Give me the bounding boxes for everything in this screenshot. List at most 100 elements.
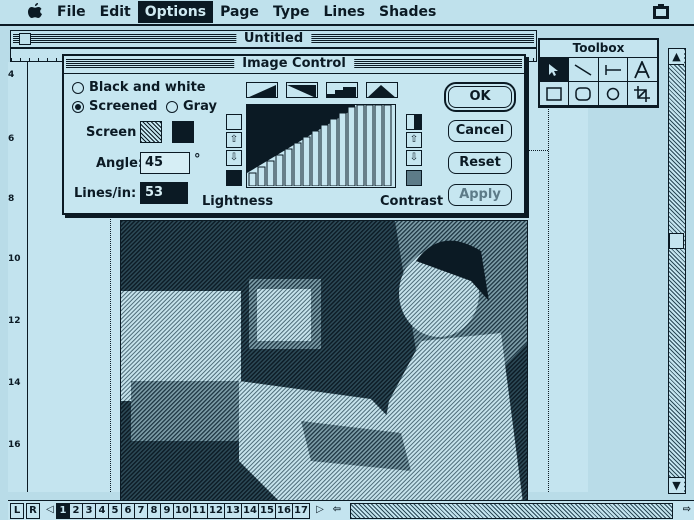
- radio-circle-icon: [166, 100, 178, 113]
- page-icon-8[interactable]: 8: [147, 502, 161, 519]
- radio-label: Black and white: [89, 80, 206, 95]
- page-icon-14[interactable]: 14: [241, 502, 259, 519]
- screen-label: Screen: [86, 125, 137, 140]
- lightness-white-icon[interactable]: [226, 114, 242, 130]
- page-icon-6[interactable]: 6: [121, 502, 135, 519]
- toolbox-title[interactable]: Toolbox: [540, 40, 657, 58]
- ruler-tick: 8: [8, 194, 15, 204]
- horizontal-scrollbar[interactable]: [350, 502, 673, 519]
- contrast-down-arrow-icon[interactable]: ⇩: [406, 150, 422, 166]
- rounded-rectangle-icon[interactable]: [569, 82, 599, 106]
- radio-label: Screened: [89, 99, 158, 114]
- dialog-title-bar[interactable]: Image Control: [64, 56, 524, 74]
- solarized-icon[interactable]: [366, 82, 398, 98]
- vertical-ruler: 4 6 8 10 12 14 16: [8, 62, 28, 492]
- page-icon-7[interactable]: 7: [134, 502, 148, 519]
- page-icon-10[interactable]: 10: [173, 502, 191, 519]
- lines-per-inch-field[interactable]: 53: [140, 182, 188, 204]
- rectangle-icon[interactable]: [540, 82, 570, 106]
- oval-icon[interactable]: [598, 82, 628, 106]
- contrast-label: Contrast: [380, 194, 444, 209]
- scroll-down-arrow-icon[interactable]: ▼: [669, 477, 684, 493]
- page-icon-2[interactable]: 2: [69, 502, 83, 519]
- menu-options[interactable]: Options: [137, 1, 214, 23]
- screen-pattern-swatch[interactable]: [140, 121, 162, 143]
- ruler-tick: 12: [8, 316, 21, 326]
- lightness-down-arrow-icon[interactable]: ⇩: [226, 150, 242, 166]
- radio-black-and-white[interactable]: Black and white: [72, 80, 206, 95]
- diagonal-line-icon[interactable]: [569, 58, 599, 82]
- menu-edit[interactable]: Edit: [93, 1, 138, 23]
- normal-ramp-icon[interactable]: [246, 82, 278, 98]
- close-box-icon[interactable]: [19, 33, 31, 45]
- ruler-tick: 4: [8, 70, 15, 80]
- page-icon-11[interactable]: 11: [190, 502, 208, 519]
- page-icon-13[interactable]: 13: [224, 502, 242, 519]
- contrast-gray-icon[interactable]: [406, 170, 422, 186]
- cancel-button[interactable]: Cancel: [448, 120, 512, 142]
- contrast-up-arrow-icon[interactable]: ⇧: [406, 132, 422, 148]
- menu-type[interactable]: Type: [266, 1, 317, 23]
- crop-icon[interactable]: [627, 82, 657, 106]
- apple-menu-icon[interactable]: [0, 1, 50, 23]
- menu-shades[interactable]: Shades: [372, 1, 443, 23]
- page-icon-bar: L R ◁ 1 2 3 4 5 6 7 8 9 10 11 12 13 14 1…: [8, 500, 694, 520]
- page-icon-15[interactable]: 15: [258, 502, 276, 519]
- angle-label: Angle:: [96, 156, 144, 171]
- column-guide: [548, 62, 549, 492]
- page-icon-1[interactable]: 1: [56, 502, 70, 519]
- angle-unit: °: [194, 152, 201, 167]
- lines-per-inch-label: Lines/in:: [74, 186, 137, 201]
- page-left-arrow-icon[interactable]: ◁: [43, 503, 57, 519]
- halftone-photo[interactable]: [120, 220, 528, 502]
- scroll-right-arrow-icon[interactable]: ⇨: [680, 503, 694, 519]
- radio-gray[interactable]: Gray: [166, 99, 217, 114]
- page-right-arrow-icon[interactable]: ▷: [313, 503, 327, 519]
- ruler-tick: 16: [8, 440, 21, 450]
- menu-file[interactable]: File: [50, 1, 93, 23]
- pointer-icon[interactable]: [540, 58, 570, 82]
- ok-button[interactable]: OK: [444, 82, 516, 112]
- page-icon-3[interactable]: 3: [82, 502, 96, 519]
- image-control-dialog: Image Control Black and white Screened G…: [62, 54, 526, 215]
- radio-selected-icon: [72, 100, 84, 113]
- posterized-icon[interactable]: [326, 82, 358, 98]
- scroll-left-arrow-icon[interactable]: ⇦: [330, 503, 344, 519]
- right-master-page-icon[interactable]: R: [26, 502, 40, 519]
- radio-screened[interactable]: Screened: [72, 99, 158, 114]
- scroll-thumb[interactable]: [669, 233, 684, 249]
- scroll-up-arrow-icon[interactable]: ▲: [669, 49, 684, 65]
- apply-button[interactable]: Apply: [448, 184, 512, 206]
- menu-bar: File Edit Options Page Type Lines Shades: [0, 0, 694, 26]
- window-title-bar[interactable]: Untitled: [10, 30, 537, 48]
- negative-ramp-icon[interactable]: [286, 82, 318, 98]
- window-title: Untitled: [235, 31, 312, 46]
- left-master-page-icon[interactable]: L: [10, 502, 24, 519]
- lightness-black-icon[interactable]: [226, 170, 242, 186]
- toolbox-palette: Toolbox: [538, 38, 659, 108]
- contrast-half-icon[interactable]: [406, 114, 422, 130]
- orthogonal-line-icon[interactable]: [598, 58, 628, 82]
- angle-field[interactable]: 45: [140, 152, 190, 174]
- page-icon-17[interactable]: 17: [292, 502, 310, 519]
- radio-circle-icon: [72, 81, 84, 94]
- ruler-tick: 10: [8, 254, 21, 264]
- vertical-scrollbar[interactable]: ▲ ▼: [668, 48, 686, 494]
- text-icon[interactable]: [627, 58, 657, 82]
- page-icon-5[interactable]: 5: [108, 502, 122, 519]
- screen-solid-swatch[interactable]: [172, 121, 194, 143]
- page-icon-16[interactable]: 16: [275, 502, 293, 519]
- ruler-tick: 14: [8, 378, 21, 388]
- clipboard-icon[interactable]: [652, 4, 670, 24]
- ruler-tick: 6: [8, 134, 15, 144]
- page-icon-9[interactable]: 9: [160, 502, 174, 519]
- reset-button[interactable]: Reset: [448, 152, 512, 174]
- lightness-label: Lightness: [202, 194, 274, 209]
- gray-map-curve[interactable]: [246, 104, 396, 188]
- menu-page[interactable]: Page: [213, 1, 266, 23]
- radio-label: Gray: [183, 99, 217, 114]
- page-icon-12[interactable]: 12: [207, 502, 225, 519]
- menu-lines[interactable]: Lines: [316, 1, 372, 23]
- page-icon-4[interactable]: 4: [95, 502, 109, 519]
- lightness-up-arrow-icon[interactable]: ⇧: [226, 132, 242, 148]
